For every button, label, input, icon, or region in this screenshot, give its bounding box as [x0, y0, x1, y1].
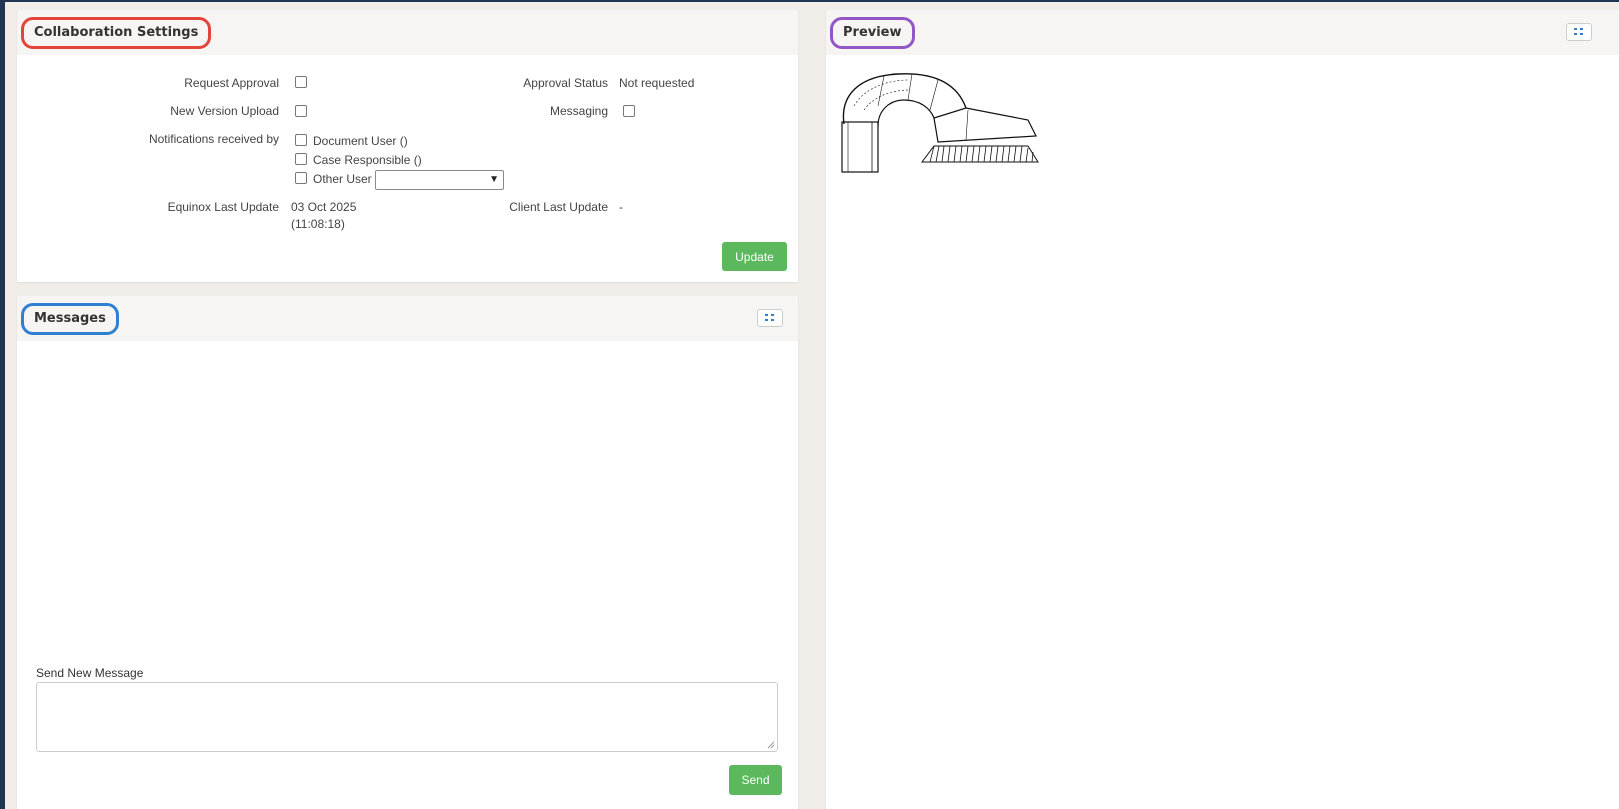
case-responsible-checkbox[interactable] [295, 153, 307, 165]
document-user-label: Document User () [313, 134, 408, 148]
update-button[interactable]: Update [722, 242, 787, 271]
request-approval-label: Request Approval [184, 76, 279, 90]
collaboration-settings-title: Collaboration Settings [21, 17, 212, 49]
other-user-checkbox[interactable] [295, 172, 307, 184]
preview-header: Preview [826, 10, 1619, 55]
notifications-received-by-label: Notifications received by [148, 132, 279, 146]
approval-status-value: Not requested [619, 76, 695, 90]
grid-toggle-icon [1574, 28, 1583, 35]
messages-header: Messages [17, 296, 798, 341]
new-version-upload-checkbox[interactable] [295, 105, 307, 117]
messages-toggle-button[interactable] [757, 309, 783, 327]
other-user-select[interactable]: ▼ [375, 170, 504, 190]
equinox-last-update-label: Equinox Last Update [167, 200, 279, 214]
send-button[interactable]: Send [729, 765, 782, 795]
collaboration-settings-panel: Collaboration Settings Request Approval … [17, 10, 798, 282]
request-approval-checkbox[interactable] [295, 76, 307, 88]
approval-status-label: Approval Status [523, 76, 608, 90]
new-message-textarea[interactable] [36, 682, 778, 752]
client-last-update-value: - [619, 200, 623, 214]
messages-title: Messages [21, 303, 119, 335]
send-new-message-label: Send New Message [36, 666, 144, 680]
collaboration-settings-header: Collaboration Settings [17, 10, 798, 55]
new-version-upload-label: New Version Upload [170, 104, 279, 118]
client-last-update-label: Client Last Update [509, 200, 608, 214]
document-preview-image [841, 73, 1039, 173]
window-left-border [0, 0, 5, 809]
messaging-checkbox[interactable] [623, 105, 635, 117]
preview-panel: Preview [826, 10, 1619, 809]
other-user-label: Other User [313, 172, 372, 186]
grid-toggle-icon [765, 314, 774, 321]
case-responsible-label: Case Responsible () [313, 153, 422, 167]
preview-title: Preview [830, 17, 915, 49]
preview-toggle-button[interactable] [1566, 23, 1592, 41]
messaging-label: Messaging [549, 104, 608, 118]
equinox-last-update-date: 03 Oct 2025 [291, 200, 357, 214]
window-top-border [0, 0, 1619, 2]
chevron-down-icon: ▼ [489, 174, 499, 185]
messages-panel: Messages Send New Message Send [17, 296, 798, 809]
document-user-checkbox[interactable] [295, 134, 307, 146]
equinox-last-update-time: (11:08:18) [291, 217, 345, 231]
resize-grip-icon[interactable] [767, 741, 775, 749]
